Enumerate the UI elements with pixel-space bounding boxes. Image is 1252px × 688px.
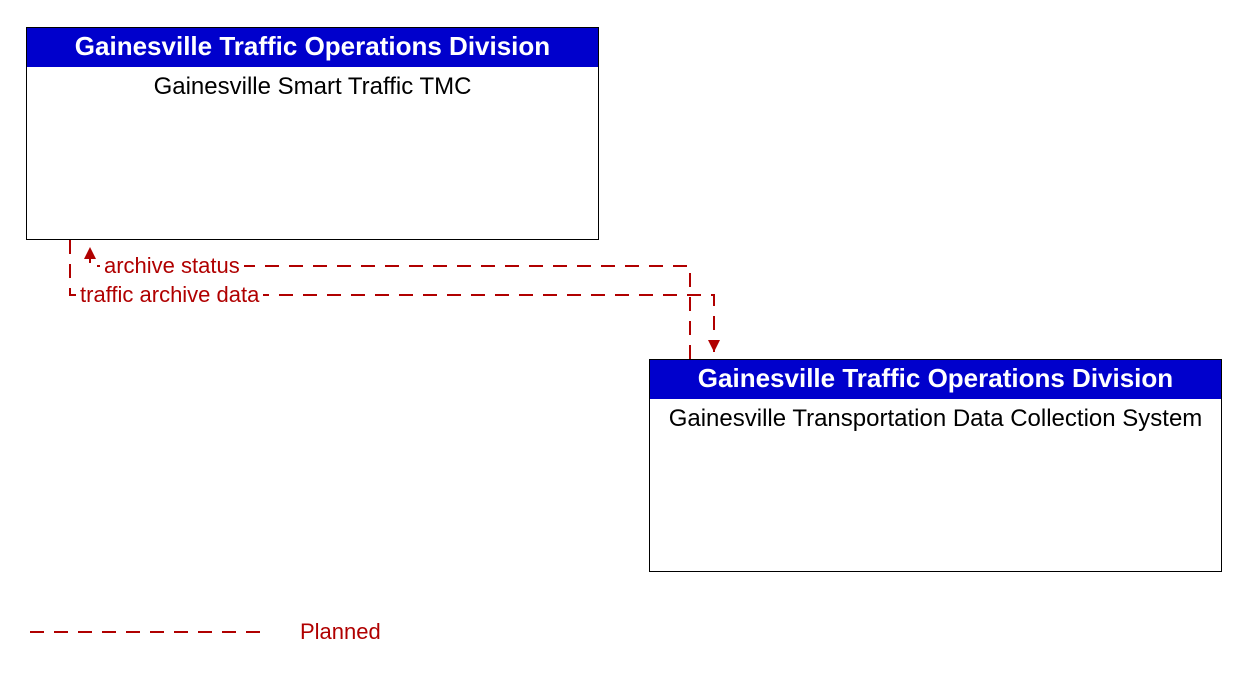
flow-archive-status-label: archive status xyxy=(100,253,244,279)
node-collection-body: Gainesville Transportation Data Collecti… xyxy=(650,399,1221,434)
node-collection: Gainesville Traffic Operations Division … xyxy=(649,359,1222,572)
node-tmc-body: Gainesville Smart Traffic TMC xyxy=(27,67,598,102)
node-collection-header: Gainesville Traffic Operations Division xyxy=(650,360,1221,399)
node-tmc: Gainesville Traffic Operations Division … xyxy=(26,27,599,240)
flow-traffic-archive-data-label: traffic archive data xyxy=(76,282,263,308)
node-tmc-header: Gainesville Traffic Operations Division xyxy=(27,28,598,67)
legend-planned-label: Planned xyxy=(300,619,381,645)
